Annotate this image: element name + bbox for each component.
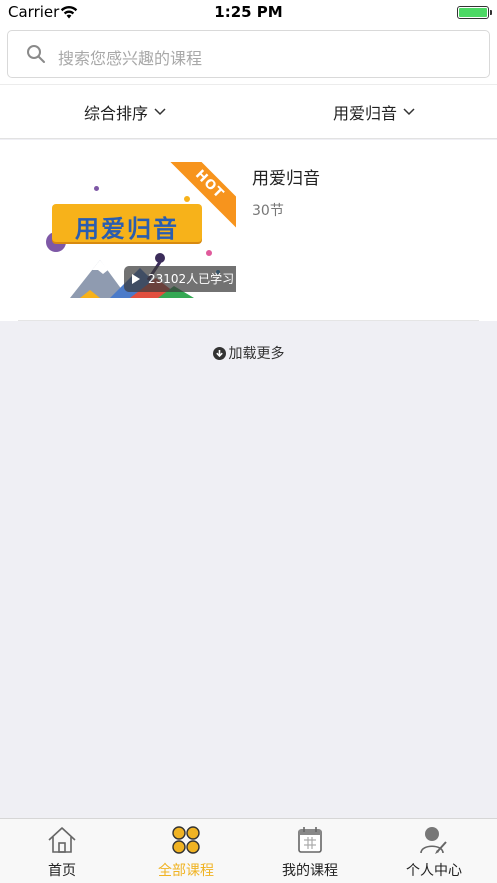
tab-profile[interactable]: 个人中心 <box>372 819 496 883</box>
chevron-down-icon <box>154 108 166 116</box>
calendar-icon <box>298 827 322 853</box>
search-icon <box>27 45 45 63</box>
tab-label: 个人中心 <box>406 863 462 879</box>
tab-label: 我的课程 <box>282 863 338 879</box>
tab-my-courses[interactable]: 我的课程 <box>248 819 372 883</box>
load-more-button[interactable]: 加载更多 <box>0 343 497 363</box>
clover-icon <box>172 826 200 854</box>
category-label: 用爱归音 <box>333 104 398 123</box>
tab-bar: 首页 全部课程 我的课程 个人中心 <box>0 818 497 883</box>
user-edit-icon <box>420 827 447 854</box>
thumbnail-title: 用爱归音 <box>75 215 179 243</box>
thumbnail-title-banner: 用爱归音 <box>52 204 202 243</box>
status-bar: Carrier 1:25 PM <box>0 0 497 24</box>
chevron-down-icon <box>403 108 415 116</box>
load-more-label: 加载更多 <box>228 346 285 362</box>
course-thumbnail[interactable]: 用爱归音 HOT 23102人已学习 <box>44 162 236 298</box>
search-input[interactable]: 搜索您感兴趣的课程 <box>7 30 490 78</box>
search-placeholder: 搜索您感兴趣的课程 <box>58 49 203 68</box>
learners-badge: 23102人已学习 <box>124 266 236 292</box>
course-card[interactable]: 用爱归音 HOT 23102人已学习 用爱归音 30节 <box>0 140 497 321</box>
play-icon <box>132 274 140 284</box>
course-lessons: 30节 <box>252 203 284 219</box>
course-title[interactable]: 用爱归音 <box>252 164 320 189</box>
decor-dot <box>184 196 190 202</box>
tab-all-courses[interactable]: 全部课程 <box>124 819 248 883</box>
learners-count: 23102人已学习 <box>148 272 235 286</box>
home-icon <box>48 827 76 853</box>
decor-dot <box>94 186 99 191</box>
divider <box>18 320 479 321</box>
tab-home[interactable]: 首页 <box>0 819 124 883</box>
tab-label: 全部课程 <box>158 863 214 879</box>
sort-label: 综合排序 <box>84 104 149 123</box>
arrow-down-circle-icon <box>212 347 226 360</box>
tab-label: 首页 <box>48 863 76 879</box>
filter-bar: 综合排序 用爱归音 <box>0 84 497 139</box>
sort-dropdown[interactable]: 综合排序 <box>84 85 166 139</box>
category-dropdown[interactable]: 用爱归音 <box>333 85 415 139</box>
battery-icon <box>457 6 492 19</box>
clock: 1:25 PM <box>214 3 283 21</box>
search-area: 搜索您感兴趣的课程 <box>0 24 497 84</box>
